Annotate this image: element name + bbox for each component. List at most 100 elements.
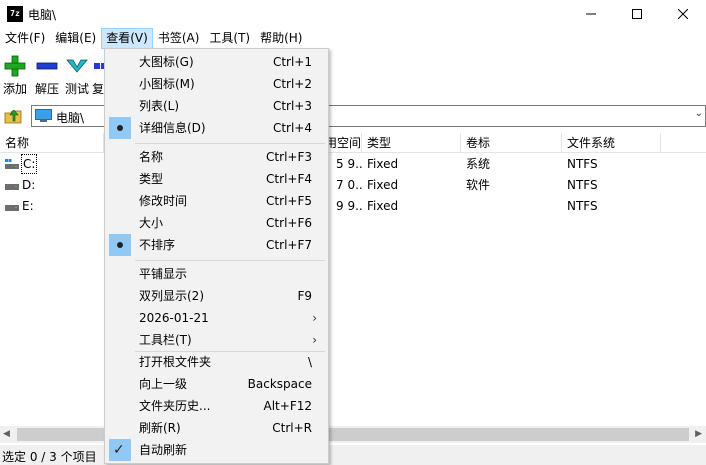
test-button[interactable]: 测试	[62, 52, 92, 98]
menu-item-label: 类型	[139, 172, 164, 186]
menu-item-shortcut: Backspace	[247, 377, 312, 391]
menu-bookmarks[interactable]: 书签(A)	[153, 28, 205, 49]
maximize-button[interactable]	[614, 0, 660, 28]
menu-item-list[interactable]: 列表(L) Ctrl+3	[107, 95, 327, 117]
menu-item-auto-refresh[interactable]: ✓ 自动刷新	[107, 439, 327, 461]
drive-free: 5 9...	[336, 157, 362, 171]
menu-item-label: 不排序	[139, 238, 176, 252]
drive-free: 9 9...	[336, 199, 362, 213]
menu-item-label: 双列显示(2)	[139, 289, 204, 303]
drive-type: Fixed	[367, 199, 399, 213]
drive-volume: 软件	[466, 178, 491, 192]
menu-item-label: 打开根文件夹	[139, 355, 212, 369]
menu-item-shortcut: Ctrl+F6	[266, 216, 312, 230]
menu-item-label: 文件夹历史...	[139, 399, 211, 413]
drive-fs: NTFS	[567, 178, 598, 192]
menu-item-label: 小图标(M)	[139, 77, 195, 91]
computer-icon	[35, 109, 52, 122]
minimize-icon	[586, 13, 596, 15]
radio-selected-marker	[109, 234, 131, 256]
menu-item-time-format[interactable]: 2026-01-21 ›	[107, 307, 327, 329]
title-bar: 7z 电脑\	[0, 0, 706, 28]
menu-item-sort-type[interactable]: 类型 Ctrl+F4	[107, 168, 327, 190]
app-7zip-icon: 7z	[7, 6, 23, 22]
menu-separator	[135, 260, 325, 261]
add-button[interactable]: 添加	[0, 52, 30, 98]
column-type[interactable]: 类型	[362, 133, 461, 153]
menu-item-sort-name[interactable]: 名称 Ctrl+F3	[107, 146, 327, 168]
add-label: 添加	[2, 82, 27, 96]
close-button[interactable]	[660, 0, 706, 28]
maximize-icon	[632, 9, 642, 19]
drive-free: 7 0...	[336, 178, 362, 192]
menu-item-refresh[interactable]: 刷新(R) Ctrl+R	[107, 417, 327, 439]
menu-item-folder-history[interactable]: 文件夹历史... Alt+F12	[107, 395, 327, 417]
menu-item-toolbars[interactable]: 工具栏(T) ›	[107, 329, 327, 351]
submenu-arrow-icon: ›	[312, 311, 317, 325]
scroll-right-icon[interactable]: ▶	[695, 429, 702, 439]
minimize-button[interactable]	[568, 0, 614, 28]
scroll-left-icon[interactable]: ◀	[3, 429, 10, 439]
radio-selected-marker	[109, 117, 131, 139]
menu-item-up-one-level[interactable]: 向上一级 Backspace	[107, 373, 327, 395]
menu-help[interactable]: 帮助(H)	[255, 28, 307, 49]
close-icon	[678, 9, 688, 19]
menu-view[interactable]: 查看(V)	[101, 28, 153, 49]
drive-name: E:	[22, 199, 34, 213]
menu-item-shortcut: Ctrl+4	[272, 121, 312, 135]
menu-item-small-icons[interactable]: 小图标(M) Ctrl+2	[107, 73, 327, 95]
menu-item-shortcut: Ctrl+F7	[266, 238, 312, 252]
menu-item-label: 向上一级	[139, 377, 188, 391]
menu-bar: 文件(F) 编辑(E) 查看(V) 书签(A) 工具(T) 帮助(H)	[0, 28, 706, 49]
menu-item-shortcut: Alt+F12	[263, 399, 312, 413]
menu-item-shortcut: Ctrl+F5	[266, 194, 312, 208]
menu-item-shortcut: Ctrl+R	[272, 421, 312, 435]
view-menu-dropdown: 大图标(G) Ctrl+1 小图标(M) Ctrl+2 列表(L) Ctrl+3…	[104, 48, 329, 464]
window-title: 电脑\	[28, 8, 57, 22]
menu-tools[interactable]: 工具(T)	[204, 28, 255, 49]
menu-item-flat-view[interactable]: 平铺显示	[107, 263, 327, 285]
menu-item-label: 刷新(R)	[139, 421, 181, 435]
menu-item-unsorted[interactable]: 不排序 Ctrl+F7	[107, 234, 327, 256]
submenu-arrow-icon: ›	[312, 333, 317, 347]
drive-type: Fixed	[367, 157, 399, 171]
test-label: 测试	[64, 82, 89, 96]
menu-item-label: 名称	[139, 150, 164, 164]
menu-edit[interactable]: 编辑(E)	[50, 28, 101, 49]
menu-item-large-icons[interactable]: 大图标(G) Ctrl+1	[107, 51, 327, 73]
menu-item-shortcut: Ctrl+F3	[266, 150, 312, 164]
menu-item-label: 平铺显示	[139, 267, 188, 281]
chevron-down-icon[interactable]: ⌄	[695, 108, 703, 119]
menu-item-two-panels[interactable]: 双列显示(2) F9	[107, 285, 327, 307]
menu-separator	[135, 143, 325, 144]
menu-item-sort-size[interactable]: 大小 Ctrl+F6	[107, 212, 327, 234]
checkmark-icon: ✓	[113, 442, 125, 458]
system-drive-icon	[5, 159, 19, 169]
check-selected-marker: ✓	[109, 439, 131, 461]
column-filesystem[interactable]: 文件系统	[562, 133, 661, 153]
menu-item-label: 工具栏(T)	[139, 333, 192, 347]
column-volume[interactable]: 卷标	[461, 133, 562, 153]
menu-item-open-root[interactable]: 打开根文件夹 \	[107, 351, 327, 373]
menu-item-shortcut: Ctrl+3	[272, 99, 312, 113]
check-v-icon	[66, 59, 88, 73]
menu-item-shortcut: Ctrl+F4	[266, 172, 312, 186]
address-path: 电脑\	[56, 111, 85, 125]
menu-item-label: 2026-01-21	[139, 311, 209, 325]
column-name[interactable]: 名称	[0, 133, 104, 153]
menu-file[interactable]: 文件(F)	[0, 28, 50, 49]
menu-item-label: 大图标(G)	[139, 55, 194, 69]
extract-button[interactable]: 解压	[32, 52, 62, 98]
menu-item-shortcut: \	[307, 355, 312, 369]
hard-drive-icon	[5, 184, 19, 190]
folder-up-icon[interactable]	[4, 107, 22, 125]
menu-item-details[interactable]: 详细信息(D) Ctrl+4	[107, 117, 327, 139]
drive-name: C:	[21, 154, 38, 174]
menu-item-shortcut: Ctrl+1	[272, 55, 312, 69]
menu-item-shortcut: F9	[297, 289, 312, 303]
radio-dot-icon	[117, 242, 123, 248]
menu-item-label: 列表(L)	[139, 99, 180, 113]
menu-item-label: 大小	[139, 216, 164, 230]
menu-item-sort-modified[interactable]: 修改时间 Ctrl+F5	[107, 190, 327, 212]
menu-item-label: 自动刷新	[139, 443, 188, 457]
